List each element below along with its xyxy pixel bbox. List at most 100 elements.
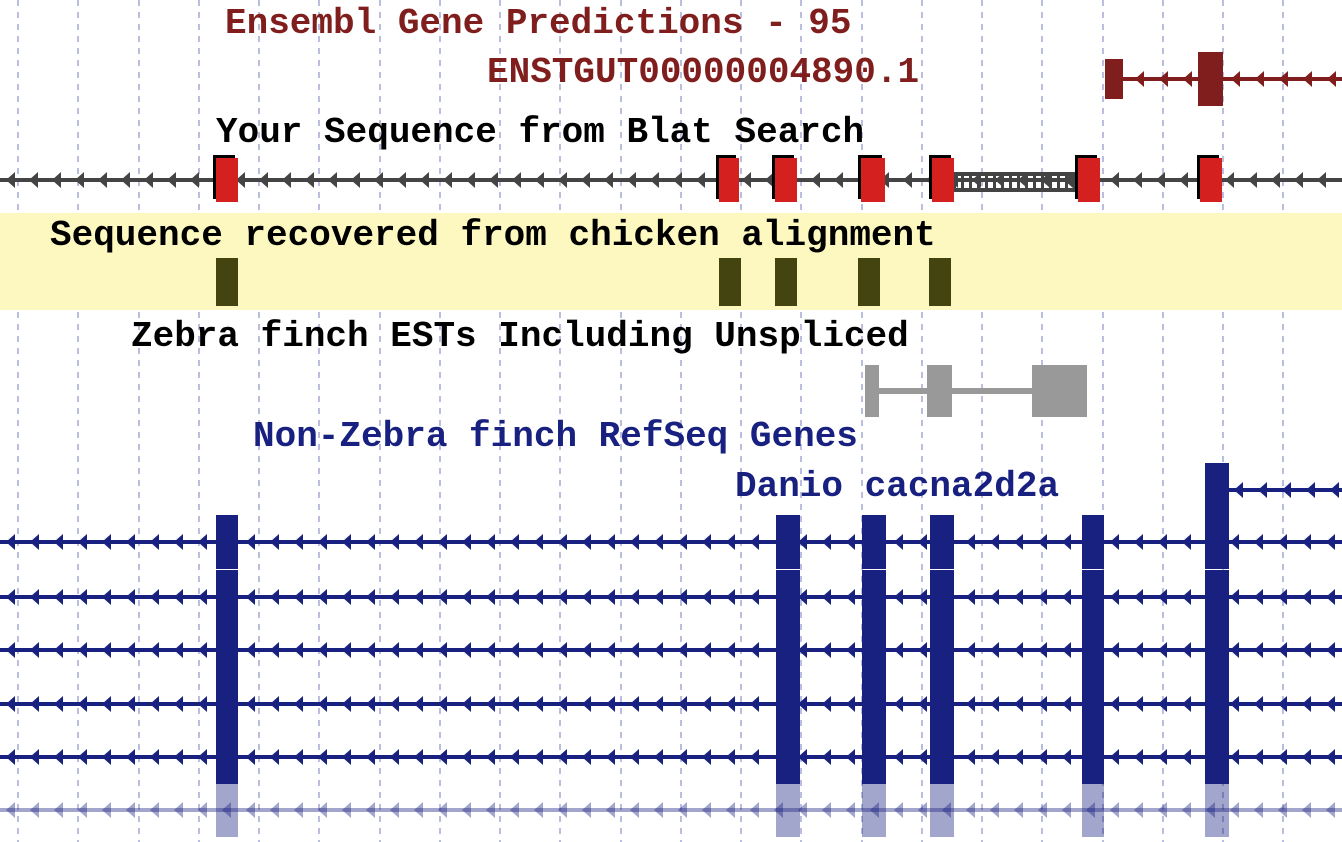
- refseq-row-1-arrowhead: [198, 534, 207, 550]
- refseq-row-5-arrowhead: [630, 749, 639, 765]
- chicken-block-4[interactable]: [929, 258, 951, 306]
- refseq-row-3-arrowhead: [54, 642, 63, 658]
- refseq-row-6-arrowhead: [510, 802, 519, 818]
- refseq-exon-4-5[interactable]: [1205, 677, 1229, 731]
- refseq-row-6-arrowhead: [1278, 802, 1287, 818]
- refseq-row-6-arrowhead: [654, 802, 663, 818]
- blat-exon-2[interactable]: [775, 158, 797, 202]
- refseq-exon-6-0[interactable]: [216, 783, 238, 837]
- blat-exon-4[interactable]: [932, 158, 954, 202]
- refseq-exon-0-0[interactable]: [1205, 463, 1229, 517]
- refseq-exon-1-1[interactable]: [776, 515, 800, 569]
- est-block-2[interactable]: [1032, 365, 1087, 417]
- refseq-row-6-arrowhead: [1062, 802, 1071, 818]
- ensembl-exon-1[interactable]: [1198, 52, 1223, 106]
- refseq-row-1-arrowhead: [606, 534, 615, 550]
- refseq-exon-3-2[interactable]: [862, 623, 886, 677]
- refseq-row-5-arrowhead: [1254, 749, 1263, 765]
- blat-exon-3[interactable]: [861, 158, 885, 202]
- refseq-exon-5-3[interactable]: [930, 730, 954, 784]
- refseq-exon-1-4[interactable]: [1082, 515, 1104, 569]
- refseq-row-0-arrowhead: [1282, 482, 1291, 498]
- est-block-1[interactable]: [927, 365, 952, 417]
- refseq-exon-2-4[interactable]: [1082, 570, 1104, 624]
- refseq-exon-4-1[interactable]: [776, 677, 800, 731]
- blat-track-arrowhead: [673, 172, 682, 188]
- refseq-row-2-arrowhead: [702, 589, 711, 605]
- blat-track-arrowhead: [1179, 172, 1188, 188]
- refseq-exon-5-4[interactable]: [1082, 730, 1104, 784]
- blat-exon-1[interactable]: [719, 158, 739, 202]
- refseq-exon-6-5[interactable]: [1205, 783, 1229, 837]
- refseq-exon-6-2[interactable]: [862, 783, 886, 837]
- blat-track-arrowhead: [259, 172, 268, 188]
- chicken-block-0[interactable]: [216, 258, 238, 306]
- refseq-exon-1-0[interactable]: [216, 515, 238, 569]
- refseq-exon-3-3[interactable]: [930, 623, 954, 677]
- refseq-row-2-arrowhead: [102, 589, 111, 605]
- refseq-exon-1-5[interactable]: [1205, 515, 1229, 569]
- refseq-row-2-arrowhead: [846, 589, 855, 605]
- refseq-exon-2-2[interactable]: [862, 570, 886, 624]
- chicken-block-1[interactable]: [719, 258, 741, 306]
- refseq-row-1-arrowhead: [174, 534, 183, 550]
- refseq-exon-5-0[interactable]: [216, 730, 238, 784]
- est-block-0[interactable]: [865, 365, 879, 417]
- refseq-exon-5-1[interactable]: [776, 730, 800, 784]
- refseq-exon-2-0[interactable]: [216, 570, 238, 624]
- refseq-exon-3-4[interactable]: [1082, 623, 1104, 677]
- blat-exon-6[interactable]: [1200, 158, 1222, 202]
- refseq-row-2-arrowhead: [174, 589, 183, 605]
- refseq-row-5-arrowhead: [534, 749, 543, 765]
- refseq-row-5-arrowhead: [54, 749, 63, 765]
- refseq-row-5-arrowhead: [1014, 749, 1023, 765]
- refseq-row-3-arrowhead: [294, 642, 303, 658]
- refseq-row-2-arrowhead: [990, 589, 999, 605]
- refseq-exon-4-4[interactable]: [1082, 677, 1104, 731]
- blat-exon-0[interactable]: [216, 158, 238, 202]
- refseq-exon-4-2[interactable]: [862, 677, 886, 731]
- refseq-row-5-arrowhead: [6, 749, 15, 765]
- refseq-exon-6-3[interactable]: [930, 783, 954, 837]
- refseq-row-2-arrowhead: [1302, 589, 1311, 605]
- genome-browser-view[interactable]: Ensembl Gene Predictions - 95ENSTGUT0000…: [0, 0, 1342, 842]
- refseq-exon-5-2[interactable]: [862, 730, 886, 784]
- refseq-row-3-arrowhead: [438, 642, 447, 658]
- refseq-row-6-arrowhead: [462, 802, 471, 818]
- ensembl-exon-0[interactable]: [1105, 59, 1123, 99]
- refseq-exon-3-5[interactable]: [1205, 623, 1229, 677]
- refseq-exon-2-5[interactable]: [1205, 570, 1229, 624]
- blat-exon-5[interactable]: [1078, 158, 1100, 202]
- blat-track-arrowhead: [6, 172, 15, 188]
- chicken-block-2[interactable]: [775, 258, 797, 306]
- refseq-exon-1-3[interactable]: [930, 515, 954, 569]
- refseq-row-1-arrowhead: [534, 534, 543, 550]
- refseq-exon-2-3[interactable]: [930, 570, 954, 624]
- refseq-exon-1-2[interactable]: [862, 515, 886, 569]
- refseq-row-3-arrowhead: [990, 642, 999, 658]
- refseq-row-6-arrowhead: [534, 802, 543, 818]
- refseq-exon-4-3[interactable]: [930, 677, 954, 731]
- refseq-row-3-arrowhead: [78, 642, 87, 658]
- refseq-row-5-arrowhead: [1230, 749, 1239, 765]
- blat-track-arrowhead: [696, 172, 705, 188]
- refseq-row-2-arrowhead: [54, 589, 63, 605]
- gridline: [921, 0, 923, 842]
- refseq-row-3-arrowhead: [606, 642, 615, 658]
- refseq-row-3-arrowhead: [726, 642, 735, 658]
- refseq-exon-4-0[interactable]: [216, 677, 238, 731]
- refseq-exon-3-0[interactable]: [216, 623, 238, 677]
- refseq-row-2-arrowhead: [534, 589, 543, 605]
- refseq-exon-6-1[interactable]: [776, 783, 800, 837]
- refseq-row-4-arrowhead: [78, 696, 87, 712]
- chicken-block-3[interactable]: [858, 258, 880, 306]
- refseq-exon-2-1[interactable]: [776, 570, 800, 624]
- refseq-row-5-arrowhead: [1158, 749, 1167, 765]
- refseq-row-1-arrowhead: [1062, 534, 1071, 550]
- refseq-row-5-arrowhead: [918, 749, 927, 765]
- blat-gap-segment[interactable]: [953, 172, 1078, 192]
- refseq-exon-3-1[interactable]: [776, 623, 800, 677]
- refseq-row-3-arrowhead: [1158, 642, 1167, 658]
- refseq-exon-6-4[interactable]: [1082, 783, 1104, 837]
- refseq-exon-5-5[interactable]: [1205, 730, 1229, 784]
